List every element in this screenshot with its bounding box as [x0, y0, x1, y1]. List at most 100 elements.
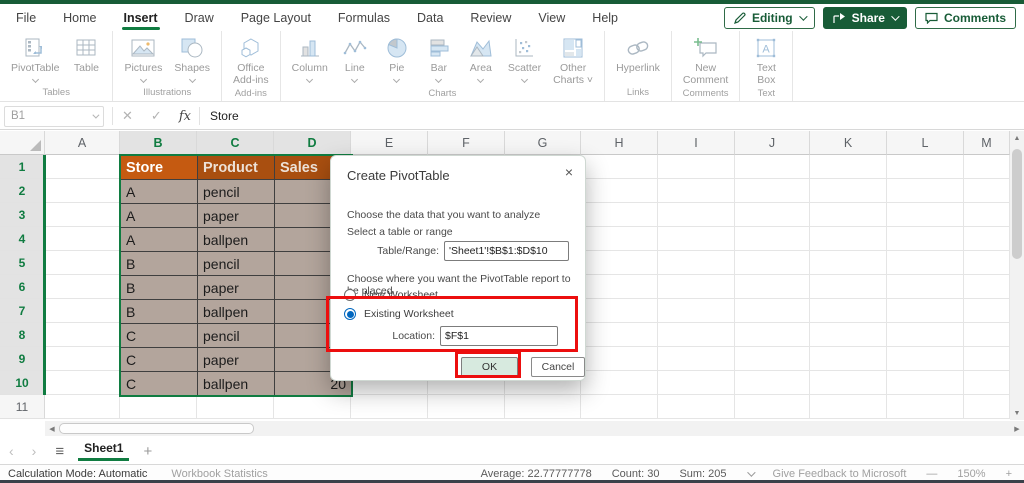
ribbon-button-table[interactable]: Table: [66, 33, 106, 74]
ribbon-button-office-add-ins[interactable]: Office Add-ins: [228, 33, 274, 86]
ribbon-button-bar[interactable]: Bar: [419, 33, 459, 82]
table-header-cell-store[interactable]: Store: [121, 156, 198, 180]
zoom-level[interactable]: 150%: [957, 468, 985, 480]
ribbon-button-pie[interactable]: Pie: [377, 33, 417, 82]
table-cell[interactable]: paper: [198, 204, 275, 228]
chevron-down-icon[interactable]: [747, 468, 755, 476]
row-header-7[interactable]: 7: [0, 299, 45, 323]
calculation-mode[interactable]: Calculation Mode: Automatic: [8, 468, 147, 480]
table-cell[interactable]: C: [121, 372, 198, 396]
editing-mode-button[interactable]: Editing: [724, 7, 815, 29]
ribbon-button-pictures[interactable]: Pictures: [119, 33, 167, 82]
menu-tab-home[interactable]: Home: [63, 4, 96, 31]
ribbon-button-pivottable[interactable]: PivotTable: [6, 33, 64, 82]
formula-input[interactable]: Store: [200, 109, 239, 123]
menu-tab-file[interactable]: File: [16, 4, 36, 31]
scroll-right-icon[interactable]: ▶: [1010, 421, 1024, 436]
vertical-scroll-thumb[interactable]: [1012, 149, 1022, 259]
ribbon-button-column[interactable]: Column: [287, 33, 333, 82]
comments-button[interactable]: Comments: [915, 7, 1016, 29]
row-header-10[interactable]: 10: [0, 371, 45, 395]
cancel-button[interactable]: Cancel: [531, 357, 585, 377]
ribbon-button-other-charts[interactable]: Other Charts ˅: [548, 33, 598, 86]
zoom-out-icon[interactable]: —: [926, 468, 937, 480]
cancel-entry-icon[interactable]: ✕: [113, 108, 142, 124]
insert-function-icon[interactable]: fx: [171, 109, 199, 124]
row-header-8[interactable]: 8: [0, 323, 45, 347]
column-header-G[interactable]: G: [505, 131, 581, 155]
row-header-3[interactable]: 3: [0, 203, 45, 227]
ribbon-button-line[interactable]: Line: [335, 33, 375, 82]
table-cell[interactable]: paper: [198, 276, 275, 300]
table-header-cell-product[interactable]: Product: [198, 156, 275, 180]
column-header-D[interactable]: D: [274, 131, 351, 155]
scroll-up-icon[interactable]: ▲: [1010, 131, 1024, 145]
table-cell[interactable]: A: [121, 180, 198, 204]
column-header-K[interactable]: K: [810, 131, 887, 155]
sheet-tab-sheet1[interactable]: Sheet1: [78, 441, 129, 461]
ribbon-button-text-box[interactable]: AText Box: [746, 33, 786, 86]
share-button[interactable]: Share: [823, 7, 907, 29]
existing-worksheet-label[interactable]: Existing Worksheet: [364, 308, 454, 320]
table-cell[interactable]: ballpen: [198, 300, 275, 324]
horizontal-scroll-thumb[interactable]: [59, 423, 254, 434]
column-header-H[interactable]: H: [581, 131, 658, 155]
table-cell[interactable]: A: [121, 204, 198, 228]
table-cell[interactable]: pencil: [198, 252, 275, 276]
prev-sheet-icon[interactable]: ‹: [0, 443, 23, 459]
menu-tab-help[interactable]: Help: [592, 4, 618, 31]
table-cell[interactable]: B: [121, 252, 198, 276]
table-range-input[interactable]: [444, 241, 569, 261]
menu-tab-draw[interactable]: Draw: [185, 4, 214, 31]
table-cell[interactable]: A: [121, 228, 198, 252]
ribbon-button-hyperlink[interactable]: Hyperlink: [611, 33, 665, 74]
horizontal-scrollbar[interactable]: ◀ ▶: [45, 421, 1024, 436]
table-cell[interactable]: pencil: [198, 180, 275, 204]
scroll-down-icon[interactable]: ▼: [1010, 406, 1024, 420]
row-header-5[interactable]: 5: [0, 251, 45, 275]
table-cell[interactable]: C: [121, 324, 198, 348]
row-header-2[interactable]: 2: [0, 179, 45, 203]
table-cell[interactable]: ballpen: [198, 372, 275, 396]
row-header-1[interactable]: 1: [0, 155, 45, 179]
menu-tab-page-layout[interactable]: Page Layout: [241, 4, 311, 31]
feedback-link[interactable]: Give Feedback to Microsoft: [773, 468, 907, 480]
column-header-C[interactable]: C: [197, 131, 274, 155]
ribbon-button-scatter[interactable]: Scatter: [503, 33, 546, 82]
ribbon-button-shapes[interactable]: Shapes: [169, 33, 215, 82]
confirm-entry-icon[interactable]: ✓: [142, 108, 171, 124]
column-header-J[interactable]: J: [735, 131, 810, 155]
add-sheet-icon[interactable]: +: [133, 443, 162, 460]
workbook-statistics[interactable]: Workbook Statistics: [171, 468, 267, 480]
row-header-9[interactable]: 9: [0, 347, 45, 371]
menu-tab-data[interactable]: Data: [417, 4, 443, 31]
existing-worksheet-radio[interactable]: [344, 308, 356, 320]
column-header-A[interactable]: A: [45, 131, 120, 155]
table-cell[interactable]: pencil: [198, 324, 275, 348]
row-header-4[interactable]: 4: [0, 227, 45, 251]
column-header-I[interactable]: I: [658, 131, 735, 155]
table-cell[interactable]: B: [121, 300, 198, 324]
column-header-L[interactable]: L: [887, 131, 964, 155]
column-header-E[interactable]: E: [351, 131, 428, 155]
table-cell[interactable]: paper: [198, 348, 275, 372]
select-all-corner[interactable]: [0, 131, 45, 155]
column-header-F[interactable]: F: [428, 131, 505, 155]
close-icon[interactable]: ×: [565, 164, 573, 180]
column-header-B[interactable]: B: [120, 131, 197, 155]
table-cell[interactable]: ballpen: [198, 228, 275, 252]
menu-tab-view[interactable]: View: [538, 4, 565, 31]
name-box[interactable]: B1: [4, 106, 104, 127]
location-input[interactable]: [440, 326, 558, 346]
row-header-6[interactable]: 6: [0, 275, 45, 299]
column-header-M[interactable]: M: [964, 131, 1010, 155]
row-header-11[interactable]: 11: [0, 395, 45, 419]
new-worksheet-label[interactable]: New Worksheet: [364, 289, 438, 301]
next-sheet-icon[interactable]: ›: [23, 443, 46, 459]
ribbon-button-new-comment[interactable]: New Comment: [678, 33, 734, 86]
new-worksheet-radio[interactable]: [344, 289, 356, 301]
table-cell[interactable]: B: [121, 276, 198, 300]
menu-tab-review[interactable]: Review: [470, 4, 511, 31]
zoom-in-icon[interactable]: +: [1006, 468, 1012, 480]
menu-tab-insert[interactable]: Insert: [124, 4, 158, 31]
